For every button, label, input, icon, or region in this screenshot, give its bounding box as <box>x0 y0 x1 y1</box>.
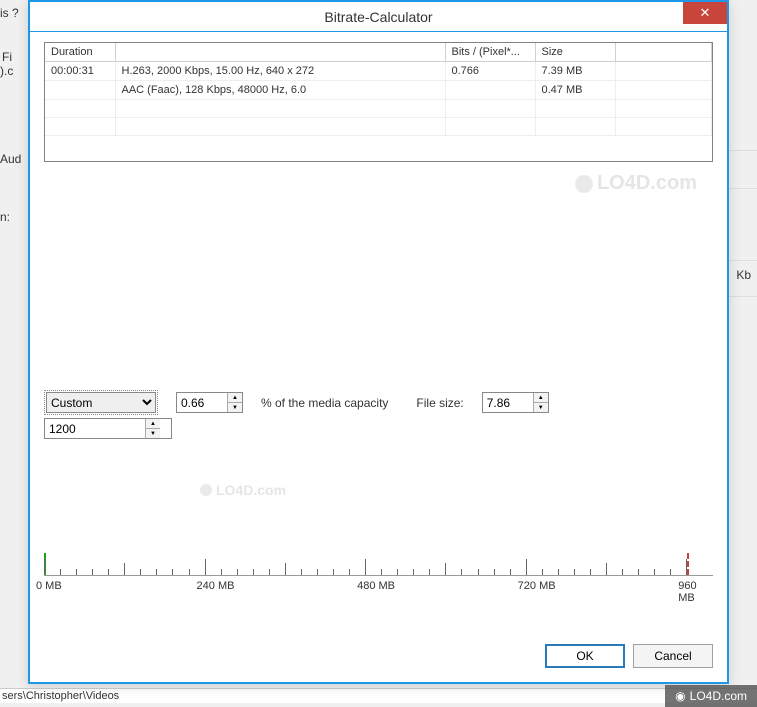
col-spacer <box>615 43 712 62</box>
col-duration[interactable]: Duration <box>45 43 115 62</box>
ruler-max-marker <box>687 553 689 575</box>
spin-down-icon[interactable]: ▼ <box>146 429 160 438</box>
ruler-tick-minor <box>413 569 414 575</box>
ruler-tick-minor <box>92 569 93 575</box>
ruler-tick-mid <box>124 563 125 575</box>
cell-bits: 0.766 <box>445 62 535 81</box>
streams-table: Duration Bits / (Pixel*... Size 00:00:31… <box>44 42 713 162</box>
ruler-tick-minor <box>397 569 398 575</box>
ruler-tick-minor <box>558 569 559 575</box>
watermark-faint: LO4D.com <box>200 482 286 498</box>
bitrate-calculator-dialog: Bitrate-Calculator ✕ Duration Bits / (Pi… <box>28 0 729 684</box>
filesize-label: File size: <box>416 396 463 410</box>
bg-label-n: n: <box>0 210 10 224</box>
cell-duration <box>45 81 115 100</box>
col-description[interactable] <box>115 43 445 62</box>
titlebar[interactable]: Bitrate-Calculator ✕ <box>30 2 727 32</box>
ruler-tick-minor <box>638 569 639 575</box>
ruler-tick-minor <box>542 569 543 575</box>
table-row <box>45 100 712 118</box>
ruler-label: 720 MB <box>518 580 556 592</box>
ruler-tick-minor <box>221 569 222 575</box>
bg-label-fi: Fi <box>2 50 12 64</box>
ruler-tick-major <box>526 559 527 575</box>
ruler-tick-minor <box>622 569 623 575</box>
watermark-badge: ◉ LO4D.com <box>665 685 757 707</box>
ruler-tick-minor <box>510 569 511 575</box>
close-button[interactable]: ✕ <box>683 2 727 24</box>
globe-icon: ◉ <box>675 689 685 703</box>
filesize-input[interactable] <box>483 393 533 412</box>
ruler-label: 240 MB <box>197 580 235 592</box>
ruler-tick-minor <box>494 569 495 575</box>
ruler-tick-major <box>365 559 366 575</box>
ruler-tick-minor <box>76 569 77 575</box>
dialog-title: Bitrate-Calculator <box>324 9 432 25</box>
ruler-tick-major <box>44 559 45 575</box>
bitrate-input[interactable] <box>45 419 145 438</box>
watermark-faint: LO4D.com <box>575 172 697 195</box>
ruler-tick-minor <box>253 569 254 575</box>
percent-spinner[interactable]: ▲ ▼ <box>176 392 243 413</box>
spin-up-icon[interactable]: ▲ <box>534 393 548 403</box>
bg-label-kb: Kb <box>736 268 751 282</box>
bg-label-c: ).c <box>0 64 13 78</box>
ruler-tick-major <box>686 559 687 575</box>
table-row <box>45 118 712 136</box>
ruler-tick-minor <box>156 569 157 575</box>
bg-path: sers\Christopher\Videos <box>0 688 757 703</box>
ruler-tick-minor <box>461 569 462 575</box>
bitrate-spinner[interactable]: ▲ ▼ <box>44 418 172 439</box>
ruler-tick-minor <box>317 569 318 575</box>
bg-label-aud: Aud <box>0 152 21 166</box>
ruler-tick-mid <box>606 563 607 575</box>
cancel-button[interactable]: Cancel <box>633 644 713 668</box>
cell-size: 0.47 MB <box>535 81 615 100</box>
ruler-tick-minor <box>269 569 270 575</box>
percent-label: % of the media capacity <box>261 396 388 410</box>
spin-up-icon[interactable]: ▲ <box>228 393 242 403</box>
ruler-tick-minor <box>60 569 61 575</box>
cell-bits <box>445 81 535 100</box>
ruler-tick-minor <box>108 569 109 575</box>
spin-down-icon[interactable]: ▼ <box>534 403 548 412</box>
cell-duration: 00:00:31 <box>45 62 115 81</box>
table-row[interactable]: 00:00:31 H.263, 2000 Kbps, 15.00 Hz, 640… <box>45 62 712 81</box>
ruler-label: 960 MB <box>678 580 705 604</box>
ruler-tick-minor <box>237 569 238 575</box>
ruler-tick-minor <box>670 569 671 575</box>
ruler-tick-minor <box>381 569 382 575</box>
ruler-tick-minor <box>140 569 141 575</box>
ok-button[interactable]: OK <box>545 644 625 668</box>
percent-input[interactable] <box>177 393 227 412</box>
ruler-label: 480 MB <box>357 580 395 592</box>
ruler-tick-minor <box>654 569 655 575</box>
cell-desc: H.263, 2000 Kbps, 15.00 Hz, 640 x 272 <box>115 62 445 81</box>
ruler-tick-minor <box>429 569 430 575</box>
ruler-tick-minor <box>172 569 173 575</box>
size-ruler[interactable]: 0 MB240 MB480 MB720 MB960 MB <box>44 554 713 606</box>
ruler-tick-minor <box>189 569 190 575</box>
ruler-tick-mid <box>445 563 446 575</box>
ruler-tick-minor <box>301 569 302 575</box>
ruler-tick-minor <box>478 569 479 575</box>
close-icon: ✕ <box>700 5 711 21</box>
col-bits[interactable]: Bits / (Pixel*... <box>445 43 535 62</box>
cell-desc: AAC (Faac), 128 Kbps, 48000 Hz, 6.0 <box>115 81 445 100</box>
ruler-tick-mid <box>285 563 286 575</box>
ruler-tick-minor <box>333 569 334 575</box>
filesize-spinner[interactable]: ▲ ▼ <box>482 392 549 413</box>
table-row[interactable]: AAC (Faac), 128 Kbps, 48000 Hz, 6.0 0.47… <box>45 81 712 100</box>
ruler-tick-minor <box>574 569 575 575</box>
bg-menu-frag: is ? <box>0 6 19 20</box>
spin-down-icon[interactable]: ▼ <box>228 403 242 412</box>
col-size[interactable]: Size <box>535 43 615 62</box>
spin-up-icon[interactable]: ▲ <box>146 419 160 429</box>
ruler-label: 0 MB <box>36 580 62 592</box>
ruler-tick-major <box>205 559 206 575</box>
preset-select[interactable]: Custom <box>46 392 156 413</box>
ruler-tick-minor <box>349 569 350 575</box>
cell-size: 7.39 MB <box>535 62 615 81</box>
ruler-tick-minor <box>590 569 591 575</box>
